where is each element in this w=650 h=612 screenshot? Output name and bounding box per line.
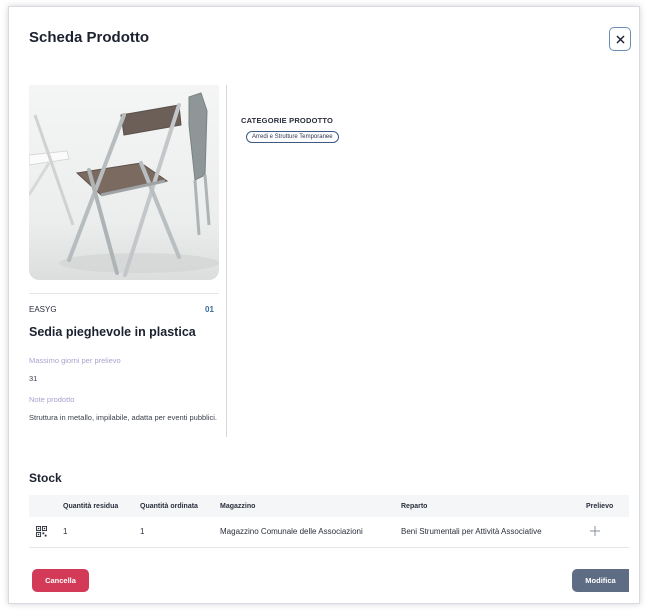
plus-icon[interactable]	[589, 525, 601, 537]
cell-reparto: Beni Strumentali per Attività Associativ…	[401, 527, 542, 536]
stock-title: Stock	[29, 471, 62, 485]
column-header-residua: Quantità residua	[63, 503, 119, 510]
column-header-prelievo: Prelievo	[586, 503, 614, 510]
product-modal: Scheda Prodotto EASYG 01 Sedia pieghevol…	[8, 6, 640, 604]
edit-button[interactable]: Modifica	[572, 569, 629, 592]
column-divider	[226, 85, 227, 437]
cancel-button[interactable]: Cancella	[32, 569, 89, 592]
cell-magazzino: Magazzino Comunale delle Associazioni	[220, 527, 363, 536]
close-button[interactable]	[609, 27, 631, 51]
categories-title: CATEGORIE PRODOTTO	[241, 116, 334, 125]
stock-table-header	[29, 495, 629, 517]
product-variant: 01	[205, 305, 214, 314]
column-header-ordinata: Quantità ordinata	[140, 503, 198, 510]
product-code: EASYG	[29, 305, 57, 314]
qr-code-icon[interactable]	[36, 526, 47, 537]
image-divider	[29, 293, 219, 294]
modal-title: Scheda Prodotto	[29, 29, 150, 46]
notes-label: Note prodotto	[29, 395, 75, 404]
product-name: Sedia pieghevole in plastica	[29, 325, 196, 339]
close-icon	[616, 35, 624, 43]
product-image	[29, 85, 219, 280]
column-header-reparto: Reparto	[401, 503, 428, 510]
cell-residua: 1	[63, 527, 68, 536]
column-header-magazzino: Magazzino	[220, 503, 256, 510]
category-chip[interactable]: Arredi e Strutture Temporanee	[246, 131, 339, 143]
max-days-label: Massimo giorni per prelievo	[29, 356, 121, 365]
notes-value: Struttura in metallo, impilabile, adatta…	[29, 413, 218, 422]
cell-ordinata: 1	[140, 527, 145, 536]
max-days-value: 31	[29, 374, 38, 383]
table-row-divider	[29, 547, 629, 548]
